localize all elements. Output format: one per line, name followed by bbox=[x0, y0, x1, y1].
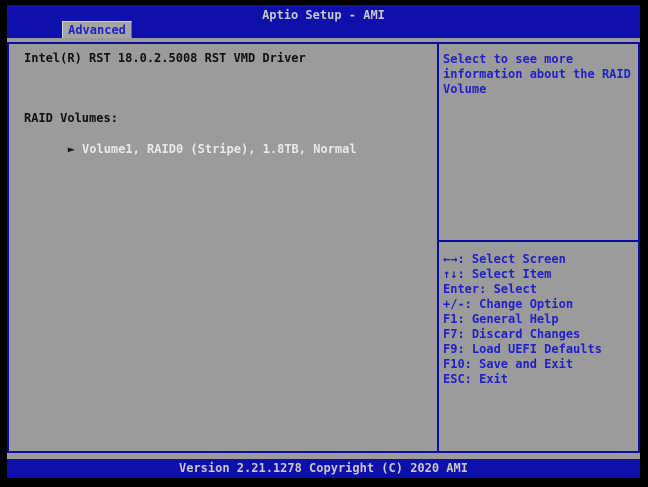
legend-item-save-exit: F10: Save and Exit bbox=[443, 357, 574, 371]
main-panel: Intel(R) RST 18.0.2.5008 RST VMD Driver … bbox=[7, 42, 640, 453]
bios-setup-screen: Aptio Setup - AMI Advanced Intel(R) RST … bbox=[0, 0, 648, 487]
legend-item-load-defaults: F9: Load UEFI Defaults bbox=[443, 342, 602, 356]
menu-item-volume1[interactable]: ► Volume1, RAID0 (Stripe), 1.8TB, Normal bbox=[10, 128, 357, 170]
legend-item-general-help: F1: General Help bbox=[443, 312, 559, 326]
options-pane: Intel(R) RST 18.0.2.5008 RST VMD Driver … bbox=[9, 44, 437, 451]
help-pane: Select to see more information about the… bbox=[439, 44, 638, 451]
legend-item-change-option: +/-: Change Option bbox=[443, 297, 574, 311]
raid-volumes-label: RAID Volumes: bbox=[24, 111, 118, 125]
key-legend: ←→: Select Screen ↑↓: Select Item Enter:… bbox=[443, 252, 637, 387]
driver-title: Intel(R) RST 18.0.2.5008 RST VMD Driver bbox=[24, 51, 306, 65]
footer-bar: Version 2.21.1278 Copyright (C) 2020 AMI bbox=[7, 459, 640, 478]
tab-advanced[interactable]: Advanced bbox=[62, 21, 132, 38]
help-text: Select to see more information about the… bbox=[443, 52, 631, 96]
page-title: Aptio Setup - AMI bbox=[262, 8, 385, 22]
legend-item-esc-exit: ESC: Exit bbox=[443, 372, 509, 386]
menu-item-label: Volume1, RAID0 (Stripe), 1.8TB, Normal bbox=[82, 142, 357, 156]
submenu-arrow-icon: ► bbox=[67, 142, 76, 156]
legend-item-discard-changes: F7: Discard Changes bbox=[443, 327, 581, 341]
legend-divider bbox=[439, 240, 638, 242]
legend-item-enter-select: Enter: Select bbox=[443, 282, 537, 296]
legend-item-select-item: ↑↓: Select Item bbox=[443, 267, 552, 281]
version-text: Version 2.21.1278 Copyright (C) 2020 AMI bbox=[179, 461, 468, 475]
legend-item-select-screen: ←→: Select Screen bbox=[443, 252, 566, 266]
